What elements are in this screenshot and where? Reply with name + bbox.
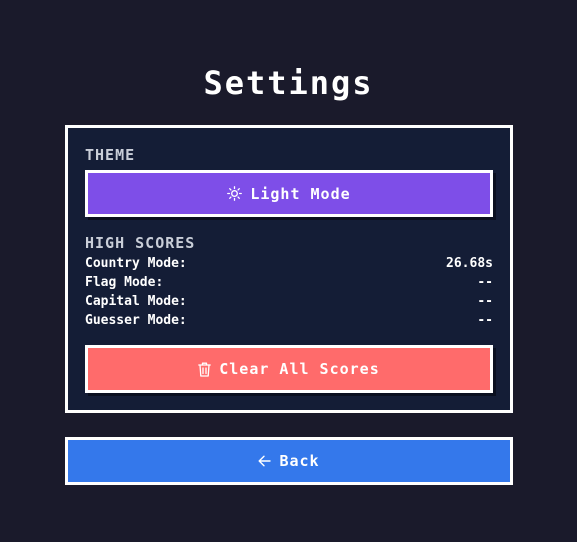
settings-panel: THEME Light Mode HIGH SCORES Country Mod… (65, 125, 513, 413)
score-value: 26.68s (446, 256, 493, 271)
theme-section-label: THEME (85, 146, 136, 164)
score-value: -- (477, 313, 493, 328)
arrow-left-icon (258, 455, 272, 467)
light-mode-button[interactable]: Light Mode (85, 170, 493, 217)
high-scores-section-label: HIGH SCORES (85, 234, 196, 252)
sun-icon (227, 186, 243, 201)
settings-page: Settings THEME Light Mode HIGH SCORES Co… (0, 0, 577, 542)
back-button[interactable]: Back (65, 437, 513, 485)
score-mode-label: Guesser Mode: (85, 313, 187, 328)
score-mode-label: Flag Mode: (85, 275, 164, 290)
light-mode-button-label: Light Mode (250, 184, 351, 203)
score-mode-label: Country Mode: (85, 256, 187, 271)
clear-all-scores-button[interactable]: Clear All Scores (85, 345, 493, 393)
back-button-label: Back (279, 452, 320, 470)
score-value: -- (477, 275, 493, 290)
page-title: Settings (203, 64, 374, 102)
list-item: Guesser Mode: -- (85, 313, 493, 332)
clear-all-scores-label: Clear All Scores (219, 360, 380, 378)
score-mode-label: Capital Mode: (85, 294, 187, 309)
score-value: -- (477, 294, 493, 309)
list-item: Flag Mode: -- (85, 275, 493, 294)
high-scores-list: Country Mode: 26.68s Flag Mode: -- Capit… (85, 256, 493, 332)
list-item: Country Mode: 26.68s (85, 256, 493, 275)
list-item: Capital Mode: -- (85, 294, 493, 313)
trash-icon (198, 362, 212, 377)
